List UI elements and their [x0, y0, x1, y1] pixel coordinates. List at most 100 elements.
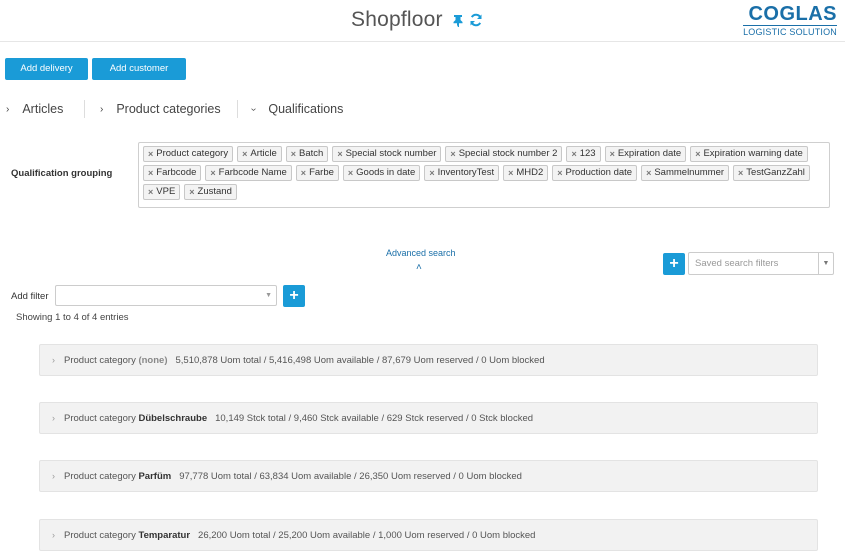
remove-tag-icon[interactable]: ×: [242, 147, 247, 161]
category-value: Temparatur: [138, 529, 191, 541]
chevron-right-icon: ›: [52, 413, 55, 423]
remove-tag-icon[interactable]: ×: [210, 166, 215, 180]
qualification-tag-label: 123: [579, 148, 596, 159]
qualification-grouping-label: Qualification grouping: [11, 168, 113, 179]
remove-tag-icon[interactable]: ×: [429, 166, 434, 180]
nav-product-categories-label: Product categories: [116, 102, 221, 116]
qualification-tag[interactable]: × Zustand: [184, 184, 237, 200]
category-prefix: Product category: [64, 412, 136, 424]
category-value: Parfüm: [138, 470, 172, 482]
saved-search-filters-placeholder: Saved search filters: [695, 258, 779, 269]
entries-count: Showing 1 to 4 of 4 entries: [16, 312, 129, 323]
qualification-tag[interactable]: × Special stock number: [332, 146, 442, 162]
chevron-right-icon: ›: [52, 471, 55, 481]
nav-articles-label: Articles: [22, 102, 64, 116]
add-filter-button[interactable]: +: [283, 285, 305, 307]
coglas-logo: COGLAS LOGISTIC SOLUTION: [743, 3, 837, 37]
qualification-tag-label: Product category: [156, 148, 229, 159]
qualification-tag[interactable]: × Farbcode Name: [205, 165, 292, 181]
advanced-search-link[interactable]: Advanced search: [386, 248, 456, 258]
pin-icon[interactable]: [452, 14, 464, 27]
qualification-tag-label: InventoryTest: [437, 167, 495, 178]
remove-tag-icon[interactable]: ×: [291, 147, 296, 161]
qualification-tag-label: Article: [250, 148, 277, 159]
category-stats: 97,778 Uom total / 63,834 Uom available …: [179, 470, 522, 482]
nav-divider: [84, 100, 85, 118]
category-row[interactable]: › Product category (none) 5,510,878 Uom to…: [39, 344, 818, 376]
remove-tag-icon[interactable]: ×: [695, 147, 700, 161]
qualification-tag-label: Special stock number 2: [458, 148, 558, 159]
category-row[interactable]: › Product category Dübelschraube 10,149 St…: [39, 402, 818, 434]
category-row[interactable]: › Product category Temparatur 26,200 Uom t…: [39, 519, 818, 551]
remove-tag-icon[interactable]: ×: [610, 147, 615, 161]
qualification-tag[interactable]: × Sammelnummer: [641, 165, 730, 181]
remove-tag-icon[interactable]: ×: [571, 147, 576, 161]
caret-up-icon[interactable]: ˄: [416, 262, 422, 273]
category-stats: 10,149 Stck total / 9,460 Stck available…: [215, 412, 534, 424]
nav-qualifications-label: Qualifications: [268, 102, 344, 116]
remove-tag-icon[interactable]: ×: [148, 166, 153, 180]
qualification-tag[interactable]: × MHD2: [503, 165, 549, 181]
remove-tag-icon[interactable]: ×: [301, 166, 306, 180]
category-name: Product category (none): [64, 355, 168, 366]
qualification-tag[interactable]: × VPE: [143, 184, 181, 200]
chevron-right-icon: ›: [52, 355, 55, 365]
nav-divider: [237, 100, 238, 118]
qualification-tag-label: Farbcode Name: [218, 167, 287, 178]
nav-qualifications[interactable]: › Qualifications: [248, 102, 344, 116]
qualification-tag[interactable]: × InventoryTest: [424, 165, 500, 181]
remove-tag-icon[interactable]: ×: [738, 166, 743, 180]
category-stats: 26,200 Uom total / 25,200 Uom available …: [198, 529, 536, 541]
category-name: Product category Parfüm: [64, 471, 171, 482]
qualification-tag[interactable]: × Expiration warning date: [690, 146, 808, 162]
category-row[interactable]: › Product category Parfüm 97,778 Uom total…: [39, 460, 818, 492]
qualification-grouping-tags[interactable]: × Product category × Article × Batch × Special …: [138, 142, 830, 208]
qualification-tag[interactable]: × Batch: [285, 146, 329, 162]
nav-product-categories[interactable]: › Product categories: [100, 102, 221, 116]
qualification-tag[interactable]: × Farbe: [295, 165, 339, 181]
qualification-tag-label: Special stock number: [345, 148, 437, 159]
qualification-tag[interactable]: × Product category: [143, 146, 234, 162]
remove-tag-icon[interactable]: ×: [337, 147, 342, 161]
saved-search-filters-select[interactable]: Saved search filters ▼: [688, 252, 834, 275]
dropdown-arrow-icon: ▼: [818, 253, 833, 274]
qualification-tag[interactable]: × TestGanzZahl: [733, 165, 810, 181]
remove-tag-icon[interactable]: ×: [557, 166, 562, 180]
nav-articles[interactable]: › Articles: [6, 102, 63, 116]
add-saved-filter-button[interactable]: +: [663, 253, 685, 275]
qualification-tag[interactable]: × Special stock number 2: [445, 146, 563, 162]
category-stats: 5,510,878 Uom total / 5,416,498 Uom avai…: [175, 354, 545, 366]
qualification-tag-label: Batch: [299, 148, 324, 159]
qualification-tag[interactable]: × Production date: [552, 165, 638, 181]
remove-tag-icon[interactable]: ×: [646, 166, 651, 180]
qualification-tag-label: Sammelnummer: [654, 167, 725, 178]
remove-tag-icon[interactable]: ×: [508, 166, 513, 180]
add-filter-select[interactable]: ▼: [55, 285, 277, 306]
refresh-icon[interactable]: [469, 13, 483, 27]
category-value: (none): [138, 354, 168, 366]
chevron-right-icon: ›: [100, 103, 104, 115]
remove-tag-icon[interactable]: ×: [348, 166, 353, 180]
remove-tag-icon[interactable]: ×: [450, 147, 455, 161]
qualification-tag[interactable]: × Farbcode: [143, 165, 202, 181]
remove-tag-icon[interactable]: ×: [189, 185, 194, 199]
add-delivery-note-button[interactable]: Add delivery note: [5, 58, 88, 96]
qualification-tag-label: Goods in date: [356, 167, 416, 178]
dropdown-arrow-icon: ▼: [265, 292, 272, 299]
qualification-tag[interactable]: × 123: [566, 146, 601, 162]
qualification-tag-label: Zustand: [197, 186, 232, 197]
qualification-tag[interactable]: × Article: [237, 146, 282, 162]
title-group: Shopfloor: [351, 8, 483, 32]
chevron-right-icon: ›: [6, 103, 10, 115]
category-name: Product category Temparatur: [64, 530, 190, 541]
qualification-tag[interactable]: × Goods in date: [342, 165, 421, 181]
category-prefix: Product category: [64, 354, 136, 366]
remove-tag-icon[interactable]: ×: [148, 147, 153, 161]
add-customer-order-button[interactable]: Add customer order: [92, 58, 186, 96]
category-prefix: Product category: [64, 529, 136, 541]
category-value: Dübelschraube: [138, 412, 208, 424]
remove-tag-icon[interactable]: ×: [148, 185, 153, 199]
qualification-tag-label: Farbe: [309, 167, 334, 178]
qualification-tag-label: Farbcode: [156, 167, 197, 178]
qualification-tag[interactable]: × Expiration date: [604, 146, 687, 162]
